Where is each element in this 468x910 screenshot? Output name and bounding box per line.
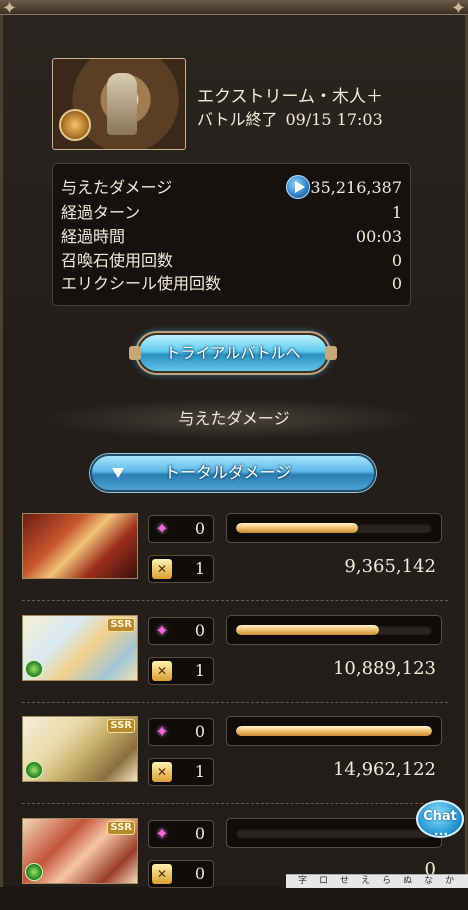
toolbar-item[interactable]: か — [445, 876, 454, 886]
special-count-box: ✦ 0 — [148, 718, 214, 746]
damage-value: 9,365,142 — [344, 556, 436, 577]
special-count: 0 — [194, 722, 205, 741]
row-divider — [22, 600, 448, 601]
ability-icon: ✕ — [152, 559, 172, 579]
stat-row-damage: 与えたダメージ 35,216,387 — [61, 175, 402, 199]
stat-row-summons: 召喚石使用回数 0 — [61, 249, 402, 272]
damage-value: 14,962,122 — [332, 759, 436, 780]
toolbar-item[interactable]: ロ — [319, 876, 328, 886]
red-haired-portrait: SSR — [22, 818, 138, 884]
damage-section-title: 与えたダメージ — [178, 409, 290, 428]
character-row: SSR ✦ 0 ✕ 0 0 — [22, 818, 448, 910]
rarity-badge: SSR — [107, 618, 135, 632]
damage-bar-track — [236, 523, 432, 533]
damage-bar — [226, 615, 442, 645]
damage-bar-fill — [236, 625, 380, 635]
special-count-box: ✦ 0 — [148, 617, 214, 645]
ability-count: 0 — [194, 864, 205, 883]
stat-label: 召喚石使用回数 — [61, 251, 174, 270]
damage-bar — [226, 513, 442, 543]
rarity-badge: SSR — [107, 821, 135, 835]
wooden-dummy-icon — [107, 73, 137, 135]
blonde-knight-portrait: SSR — [22, 716, 138, 782]
play-icon[interactable] — [286, 175, 310, 199]
stat-row-time: 経過時間 00:03 — [61, 225, 402, 248]
quest-title: エクストリーム・木人＋ — [197, 87, 383, 107]
ability-icon: ✕ — [152, 661, 172, 681]
toolbar-item[interactable]: な — [424, 876, 433, 886]
toolbar-item[interactable]: せ — [340, 876, 349, 886]
toolbar-item[interactable]: ぬ — [403, 876, 412, 886]
dropdown-label: トータルダメージ — [164, 463, 292, 482]
ability-count: 1 — [194, 559, 205, 578]
total-damage-dropdown[interactable]: トータルダメージ — [90, 454, 376, 492]
battle-datetime: 09/15 17:03 — [285, 110, 383, 129]
stat-label: 経過時間 — [61, 227, 126, 246]
ability-count-box: ✕ 1 — [148, 657, 214, 685]
special-count: 0 — [194, 621, 205, 640]
stat-value: 35,216,387 — [310, 178, 402, 197]
damage-bar — [226, 716, 442, 746]
sparkle-icon: ✦ — [155, 621, 169, 640]
twin-knights-portrait — [22, 513, 138, 579]
stat-value: 0 — [391, 274, 402, 293]
damage-bar-fill — [236, 726, 432, 736]
quest-thumbnail — [52, 58, 186, 150]
stat-row-turns: 経過ターン 1 — [61, 201, 402, 224]
triangle-down-icon — [112, 468, 124, 478]
ability-count: 1 — [194, 661, 205, 680]
toolbar-item[interactable]: ら — [382, 876, 391, 886]
toolbar-item[interactable]: え — [361, 876, 370, 886]
sparkle-icon: ✦ — [155, 824, 169, 843]
trial-battle-button[interactable]: トライアルバトルへ — [129, 333, 337, 373]
ime-toolbar[interactable]: 字ロせえらぬなか — [286, 874, 468, 888]
ability-count-box: ✕ 0 — [148, 860, 214, 888]
battle-stats-panel: 与えたダメージ 35,216,387 経過ターン 1 経過時間 00:03 召喚… — [52, 163, 411, 306]
wind-element-icon — [25, 660, 43, 678]
special-count: 0 — [194, 824, 205, 843]
damage-bar-track — [236, 726, 432, 736]
stat-value: 00:03 — [355, 227, 402, 246]
row-divider — [22, 803, 448, 804]
damage-bar — [226, 818, 442, 848]
stat-label: エリクシール使用回数 — [61, 274, 222, 293]
elf-girl-portrait: SSR — [22, 615, 138, 681]
stat-label: 経過ターン — [61, 203, 141, 222]
special-count-box: ✦ 0 — [148, 820, 214, 848]
damage-value: 10,889,123 — [332, 658, 436, 679]
ability-icon: ✕ — [152, 762, 172, 782]
ability-count-box: ✕ 1 — [148, 758, 214, 786]
chat-dots-icon: ••• — [433, 830, 449, 839]
sparkle-icon: ✦ — [155, 722, 169, 741]
ability-count-box: ✕ 1 — [148, 555, 214, 583]
damage-bar-track — [236, 625, 432, 635]
damage-bar-track — [236, 828, 432, 838]
damage-bar-fill — [236, 523, 358, 533]
stat-value: 1 — [391, 203, 402, 222]
ability-icon: ✕ — [152, 864, 172, 884]
character-row: SSR ✦ 0 ✕ 1 10,889,123 — [22, 615, 448, 707]
stat-value: 0 — [391, 251, 402, 270]
shield-emblem-icon — [59, 109, 91, 141]
corner-ornament-right-icon: ✦ — [450, 0, 466, 19]
wind-element-icon — [25, 863, 43, 881]
ability-count: 1 — [194, 762, 205, 781]
battle-status: バトル終了 — [197, 110, 278, 129]
sparkle-icon: ✦ — [155, 519, 169, 538]
quest-status-line: バトル終了 09/15 17:03 — [197, 109, 383, 131]
toolbar-item[interactable]: 字 — [298, 876, 307, 886]
row-divider — [22, 702, 448, 703]
special-count-box: ✦ 0 — [148, 515, 214, 543]
character-row: SSR ✦ 0 ✕ 1 14,962,122 — [22, 716, 448, 808]
corner-ornament-left-icon: ✦ — [2, 0, 18, 19]
stat-label: 与えたダメージ — [61, 178, 173, 197]
character-row: ✦ 0 ✕ 1 9,365,142 — [22, 513, 448, 605]
special-count: 0 — [194, 519, 205, 538]
wind-element-icon — [25, 761, 43, 779]
rarity-badge: SSR — [107, 719, 135, 733]
top-border — [0, 0, 468, 15]
stat-row-elixirs: エリクシール使用回数 0 — [61, 272, 402, 295]
